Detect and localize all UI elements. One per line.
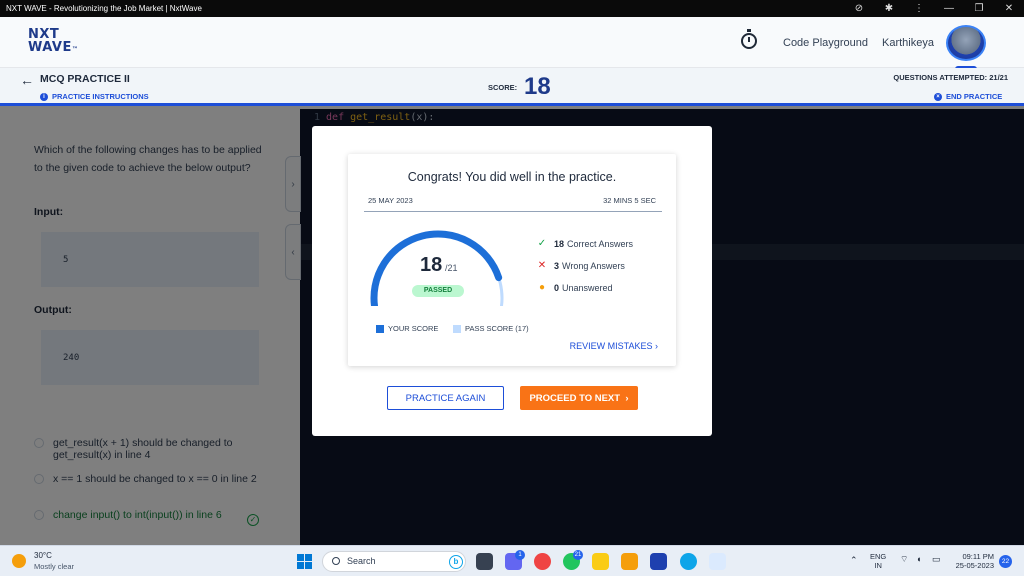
weather-moon-icon[interactable] [12, 554, 26, 568]
notification-badge[interactable]: 22 [999, 555, 1012, 568]
stat-correct: ✓ 18 Correct Answers [537, 238, 634, 249]
extensions-icon[interactable]: ✱ [874, 3, 904, 14]
chevron-right-icon: › [655, 341, 658, 351]
check-icon: ✓ [537, 238, 547, 249]
gauge-total: /21 [445, 263, 458, 273]
bing-icon[interactable]: b [449, 555, 463, 569]
practice-again-button[interactable]: PRACTICE AGAIN [387, 386, 504, 410]
edge-icon[interactable] [680, 553, 697, 570]
cross-icon: ✕ [537, 260, 547, 271]
user-name[interactable]: Karthikeya [882, 37, 934, 49]
score-label: SCORE: [488, 83, 518, 92]
search-placeholder: Search [347, 556, 376, 566]
dot-icon: ● [538, 282, 546, 293]
whatsapp-badge: 21 [573, 550, 583, 560]
back-arrow-icon[interactable]: ← [20, 72, 34, 88]
practice-header: ← MCQ PRACTICE II i PRACTICE INSTRUCTION… [0, 68, 1024, 106]
windows-start-icon[interactable] [297, 554, 312, 569]
nxtwave-logo[interactable]: NXT WAVE™ [28, 28, 78, 56]
practice-title: MCQ PRACTICE II [40, 73, 130, 85]
questions-attempted: QUESTIONS ATTEMPTED: 21/21 [893, 73, 1008, 82]
battery-icon[interactable]: ▭ [932, 555, 941, 564]
info-icon: i [40, 93, 48, 101]
language-indicator[interactable]: ENG IN [870, 552, 886, 570]
snapchat-icon[interactable] [592, 553, 609, 570]
eye-off-icon[interactable]: ⊘ [844, 3, 874, 14]
volume-icon[interactable]: ◖ [916, 555, 921, 564]
minimize-button[interactable]: — [934, 3, 964, 14]
chevron-up-icon[interactable]: ⌃ [850, 556, 858, 565]
app-header: NXT WAVE™ Code Playground Karthikeya SMA… [0, 17, 1024, 74]
score-value: 18 [524, 73, 551, 100]
chevron-right-icon: › [625, 392, 629, 404]
result-title: Congrats! You did well in the practice. [407, 170, 617, 184]
window-controls: ⊘ ✱ ⋮ — ❐ ✕ [844, 0, 1024, 17]
legend-swatch [376, 324, 384, 333]
close-button[interactable]: ✕ [994, 3, 1024, 14]
result-card: Congrats! You did well in the practice. … [348, 154, 676, 366]
proceed-to-next-button[interactable]: PROCEED TO NEXT › [520, 386, 638, 410]
passed-badge: PASSED [412, 285, 464, 297]
chrome-icon[interactable] [534, 553, 551, 570]
window-title: NXT WAVE - Revolutionizing the Job Marke… [6, 4, 202, 13]
legend-your-score: YOUR SCORE [376, 324, 438, 333]
code-playground-link[interactable]: Code Playground [783, 37, 868, 49]
nxtwave-app-icon[interactable] [709, 553, 726, 570]
stat-unanswered: ● 0 Unanswered [536, 282, 613, 293]
divider [364, 211, 662, 212]
end-practice-button[interactable]: END PRACTICE [946, 92, 1002, 101]
taskbar-search[interactable]: Search b [322, 551, 466, 572]
legend-swatch [453, 324, 461, 333]
window-title-bar: NXT WAVE - Revolutionizing the Job Marke… [0, 0, 1024, 17]
clock[interactable]: 09:11 PM 25-05-2023 [950, 552, 994, 570]
more-vertical-icon[interactable]: ⋮ [904, 3, 934, 14]
store-icon[interactable] [650, 553, 667, 570]
result-date: 25 MAY 2023 [368, 196, 413, 205]
result-duration: 32 MINS 5 SEC [603, 196, 656, 205]
result-modal: Congrats! You did well in the practice. … [312, 126, 712, 436]
task-view-icon[interactable] [476, 553, 493, 570]
gauge-score: 18 [420, 254, 443, 276]
practice-instructions-link[interactable]: PRACTICE INSTRUCTIONS [52, 92, 149, 101]
file-explorer-icon[interactable] [621, 553, 638, 570]
teams-badge: 1 [515, 550, 525, 560]
avatar[interactable] [946, 25, 986, 61]
end-icon: × [934, 93, 942, 101]
legend-pass-score: PASS SCORE (17) [453, 324, 529, 333]
wifi-icon[interactable]: ⌔ [900, 555, 908, 564]
review-mistakes-link[interactable]: REVIEW MISTAKES › [562, 341, 658, 351]
stopwatch-icon[interactable] [741, 29, 757, 49]
restore-button[interactable]: ❐ [964, 3, 994, 14]
taskbar: 30°C Mostly clear Search b 1 21 ⌃ ENG IN … [0, 545, 1024, 576]
stat-wrong: ✕ 3 Wrong Answers [537, 260, 625, 271]
weather-description[interactable]: Mostly clear [34, 562, 74, 571]
search-icon [332, 557, 340, 565]
weather-temperature[interactable]: 30°C [34, 551, 52, 560]
